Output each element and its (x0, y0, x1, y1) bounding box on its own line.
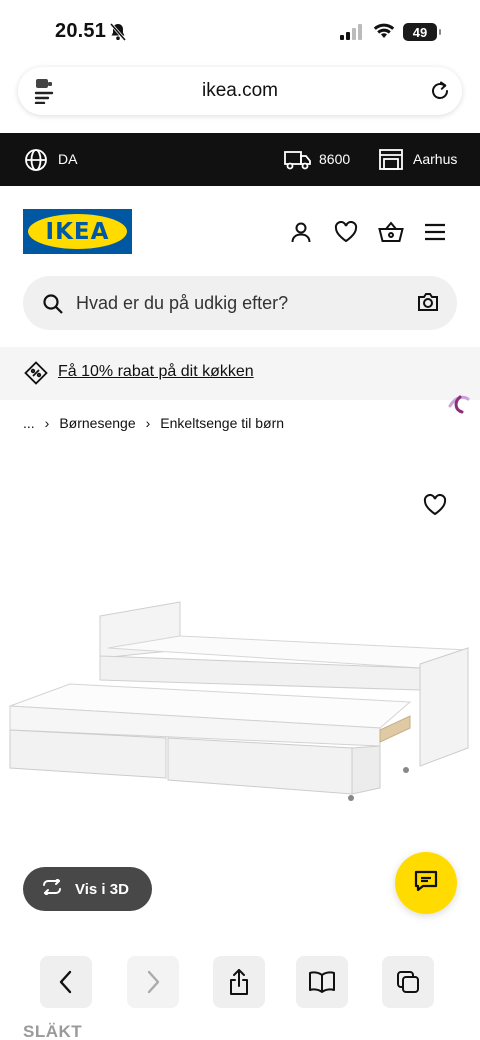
status-time: 20.51 (55, 20, 107, 42)
profile-icon[interactable] (288, 219, 314, 245)
reload-icon[interactable] (428, 79, 452, 108)
language-selector[interactable]: DA (58, 151, 77, 167)
store-icon[interactable] (379, 148, 403, 175)
promo-banner: Få 10% rabat på dit køkken (0, 347, 480, 400)
url-text[interactable]: ikea.com (18, 80, 462, 102)
basket-icon[interactable] (378, 219, 404, 245)
search-input[interactable]: Hvad er du på udkig efter? (76, 293, 288, 314)
rotate-3d-icon (41, 876, 63, 900)
wifi-icon (373, 22, 395, 44)
tabs-icon (397, 971, 419, 993)
tag-icon (24, 361, 48, 390)
chat-icon (414, 870, 438, 897)
forward-button[interactable] (127, 956, 179, 1008)
chevron-right-icon: › (145, 415, 151, 431)
truck-icon[interactable] (284, 149, 312, 176)
search-field[interactable]: Hvad er du på udkig efter? (23, 276, 457, 330)
back-button[interactable] (40, 956, 92, 1008)
battery-icon: 49 (403, 23, 441, 41)
browser-toolbar (30, 954, 450, 1010)
breadcrumb-ellipsis[interactable]: ... (23, 415, 35, 431)
ikea-logo[interactable]: IKEA (23, 209, 132, 254)
chevron-right-icon (147, 970, 160, 994)
bell-muted-icon (109, 23, 127, 46)
globe-icon[interactable] (24, 148, 48, 177)
share-button[interactable] (213, 956, 265, 1008)
status-bar: 20.51 49 (0, 0, 480, 62)
chat-button[interactable] (395, 852, 457, 914)
address-bar[interactable]: ikea.com (18, 67, 462, 115)
signal-icon (340, 24, 364, 45)
delivery-zip[interactable]: 8600 (319, 151, 350, 167)
logo-oval: IKEA (28, 214, 127, 249)
utility-bar: DA 8600 Aarhus (0, 133, 480, 186)
logo-text: IKEA (45, 218, 110, 245)
product-image[interactable] (8, 598, 474, 804)
chevron-right-icon: › (44, 415, 50, 431)
share-icon (230, 969, 248, 995)
store-selector[interactable]: Aarhus (413, 151, 457, 167)
product-series-name: SLÄKT (23, 1022, 83, 1040)
view-3d-button[interactable]: Vis i 3D (23, 867, 152, 911)
tabs-button[interactable] (382, 956, 434, 1008)
heart-icon[interactable] (333, 219, 359, 245)
menu-icon[interactable] (422, 219, 448, 245)
side-swirl-icon (446, 392, 472, 421)
breadcrumb: ... › Børnesenge › Enkeltsenge til børn (23, 415, 284, 431)
chevron-left-icon (59, 970, 72, 994)
view-3d-label: Vis i 3D (75, 880, 129, 898)
camera-icon[interactable] (417, 292, 439, 317)
bookmarks-button[interactable] (296, 956, 348, 1008)
heart-icon[interactable] (423, 493, 447, 521)
promo-link[interactable]: Få 10% rabat på dit køkken (58, 363, 254, 381)
breadcrumb-item-single-beds[interactable]: Enkeltsenge til børn (160, 415, 284, 431)
book-icon (309, 971, 335, 993)
search-icon[interactable] (42, 293, 64, 320)
breadcrumb-item-children-beds[interactable]: Børnesenge (59, 415, 135, 431)
